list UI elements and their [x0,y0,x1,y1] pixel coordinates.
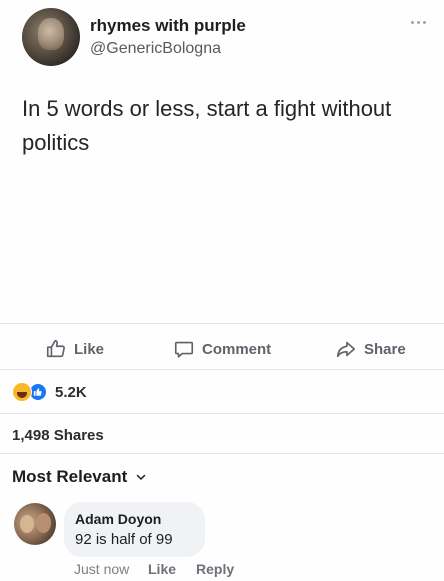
comment-like-button[interactable]: Like [148,561,176,577]
actions-top-divider [0,323,444,324]
commenter-avatar[interactable] [14,503,56,545]
more-options-icon[interactable] [408,18,428,26]
like-button[interactable]: Like [45,332,104,366]
comment-author[interactable]: Adam Doyon [75,511,194,527]
comment-time: Just now [74,561,130,577]
share-arrow-icon [336,341,356,358]
comment-reply-button[interactable]: Reply [196,561,234,577]
thumbs-up-icon [46,339,65,358]
author-avatar[interactable] [22,8,80,66]
reaction-count: 5.2K [55,383,87,401]
post-action-bar: Like Comment Share [0,332,444,366]
actions-bottom-divider [0,369,444,370]
post-header: rhymes with purple @GenericBologna [22,8,430,68]
comment-bubble-icon [174,341,194,358]
comments-divider [0,453,444,454]
like-label: Like [74,340,105,358]
sort-label: Most Relevant [12,467,128,486]
post-page: rhymes with purple @GenericBologna In 5 … [0,0,444,581]
comments-sort-dropdown[interactable]: Most Relevant [12,467,147,487]
shares-count[interactable]: 1,498 Shares [12,427,104,444]
reactions-summary[interactable]: 5.2K [12,381,87,403]
comment-text: 92 is half of 99 [75,531,173,548]
author-handle[interactable]: @GenericBologna [90,40,221,58]
share-label: Share [364,340,406,358]
comment-bubble: Adam Doyon 92 is half of 99 [64,502,205,557]
post-text: In 5 words or less, start a fight withou… [22,96,392,155]
haha-emoji-icon [12,382,32,402]
comment-label: Comment [202,340,272,358]
share-button[interactable]: Share [335,332,406,366]
chevron-down-icon [137,474,146,480]
comment-button[interactable]: Comment [173,332,271,366]
shares-divider [0,413,444,414]
author-name[interactable]: rhymes with purple [90,16,246,36]
